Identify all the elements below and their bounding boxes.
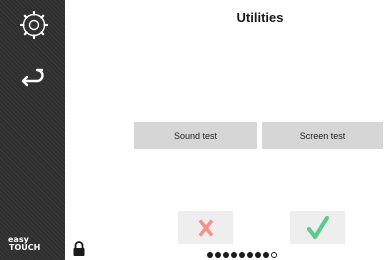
back-arrow-icon[interactable] [17, 64, 51, 88]
page-dot-current [271, 252, 277, 258]
page-title: Utilities [236, 10, 284, 25]
page-dot [231, 252, 237, 258]
page-dot [255, 252, 261, 258]
page-dot [247, 252, 253, 258]
pagination-dots [207, 252, 277, 260]
brand-logo: easy TOUCH [8, 236, 40, 252]
cross-icon [198, 218, 213, 237]
page-dot [263, 252, 269, 258]
gear-icon[interactable] [19, 6, 49, 44]
sound-test-button[interactable]: Sound test [134, 122, 257, 149]
confirm-button[interactable] [290, 211, 345, 244]
cancel-button[interactable] [178, 211, 233, 244]
page-dot [223, 252, 229, 258]
page-dot [207, 252, 213, 258]
brand-line2: TOUCH [9, 243, 41, 252]
check-icon [306, 215, 329, 239]
page-dot [215, 252, 221, 258]
screen-test-button[interactable]: Screen test [262, 122, 383, 149]
sidebar: easy TOUCH [0, 0, 65, 260]
page-dot [239, 252, 245, 258]
lock-icon [72, 241, 86, 256]
